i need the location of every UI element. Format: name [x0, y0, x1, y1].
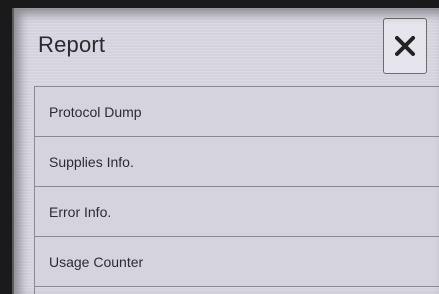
menu-item-usage-counter[interactable]: Usage Counter	[35, 237, 439, 287]
close-button[interactable]	[383, 18, 427, 74]
page-title: Report	[38, 32, 106, 57]
report-screen: Report Protocol Dump Supplies Info. Erro…	[12, 8, 439, 294]
menu-item-label: Supplies Info.	[49, 153, 134, 170]
menu-item-supplies-info[interactable]: Supplies Info.	[35, 137, 439, 187]
report-menu: Protocol Dump Supplies Info. Error Info.…	[34, 86, 439, 294]
menu-item-error-info[interactable]: Error Info.	[35, 187, 439, 237]
title-bar: Report	[14, 8, 439, 86]
menu-item-label: Error Info.	[49, 203, 112, 220]
menu-item-label: Usage Counter	[49, 253, 144, 270]
close-icon	[395, 36, 415, 56]
menu-item-label: Protocol Dump	[49, 103, 142, 120]
menu-item-protocol-dump[interactable]: Protocol Dump	[35, 87, 439, 137]
